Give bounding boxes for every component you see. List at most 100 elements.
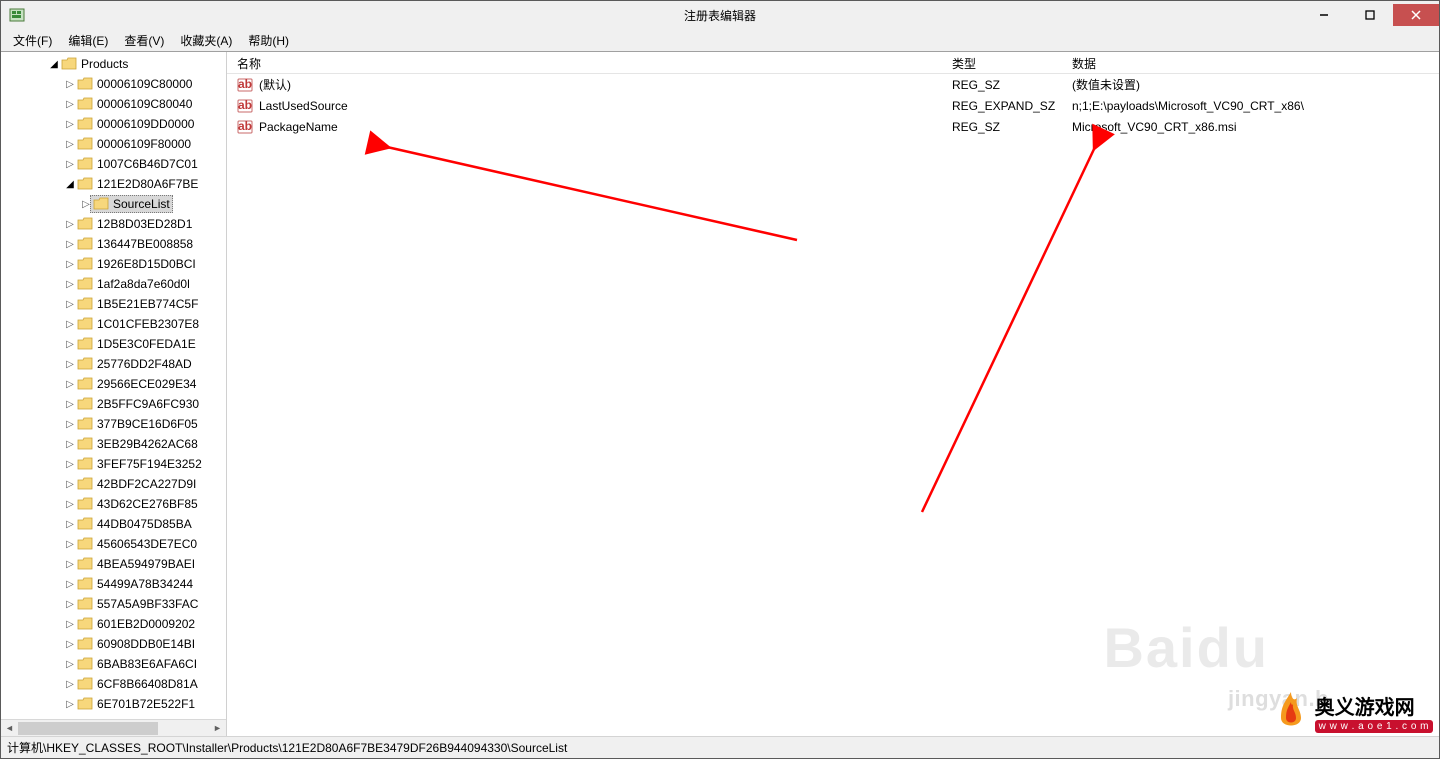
chevron-right-icon[interactable]: ▷ <box>63 499 77 510</box>
chevron-down-icon[interactable]: ◢ <box>47 59 61 70</box>
scroll-track[interactable] <box>18 720 209 737</box>
chevron-right-icon[interactable]: ▷ <box>63 339 77 350</box>
tree-item[interactable]: ▷29566ECE029E34 <box>1 374 226 394</box>
chevron-right-icon[interactable]: ▷ <box>63 539 77 550</box>
tree-item[interactable]: ▷6CF8B66408D81A <box>1 674 226 694</box>
tree-item[interactable]: ▷557A5A9BF33FAC <box>1 594 226 614</box>
tree-item[interactable]: ▷00006109C80000 <box>1 74 226 94</box>
chevron-right-icon[interactable]: ▷ <box>63 359 77 370</box>
tree-item[interactable]: ▷3FEF75F194E3252 <box>1 454 226 474</box>
tree-item-selected[interactable]: ▷SourceList <box>1 194 226 214</box>
menu-view[interactable]: 查看(V) <box>118 30 170 51</box>
tree-item-label: Products <box>81 57 128 71</box>
tree-item[interactable]: ▷43D62CE276BF85 <box>1 494 226 514</box>
tree-item[interactable]: ▷6E701B72E522F1 <box>1 694 226 714</box>
chevron-right-icon[interactable]: ▷ <box>63 639 77 650</box>
list-row[interactable]: abPackageNameREG_SZMicrosoft_VC90_CRT_x8… <box>227 116 1439 137</box>
tree-item[interactable]: ◢ Products <box>1 54 226 74</box>
chevron-right-icon[interactable]: ▷ <box>63 259 77 270</box>
folder-icon <box>77 677 93 691</box>
chevron-right-icon[interactable]: ▷ <box>63 239 77 250</box>
registry-tree: ◢Products▷00006109C80000▷00006109C80040▷… <box>1 52 226 716</box>
tree-item[interactable]: ▷601EB2D0009202 <box>1 614 226 634</box>
chevron-right-icon[interactable]: ▷ <box>63 619 77 630</box>
tree-scroll[interactable]: ◢Products▷00006109C80000▷00006109C80040▷… <box>1 52 226 719</box>
chevron-right-icon[interactable]: ▷ <box>63 679 77 690</box>
tree-item[interactable]: ▷ 00006109F80000 <box>1 134 226 154</box>
chevron-right-icon[interactable]: ▷ <box>63 659 77 670</box>
chevron-right-icon[interactable]: ▷ <box>63 279 77 290</box>
menu-edit[interactable]: 编辑(E) <box>62 30 114 51</box>
chevron-right-icon[interactable]: ▷ <box>63 439 77 450</box>
value-data-cell: n;1;E:\payloads\Microsoft_VC90_CRT_x86\ <box>1062 99 1439 113</box>
chevron-down-icon[interactable]: ◢ <box>63 179 77 190</box>
chevron-right-icon[interactable]: ▷ <box>63 519 77 530</box>
tree-item[interactable]: ▷6BAB83E6AFA6CI <box>1 654 226 674</box>
tree-item[interactable]: ▷377B9CE16D6F05 <box>1 414 226 434</box>
close-button[interactable] <box>1393 4 1439 26</box>
menu-file[interactable]: 文件(F) <box>7 30 58 51</box>
menu-help[interactable]: 帮助(H) <box>242 30 295 51</box>
scroll-left-button[interactable]: ◄ <box>1 720 18 737</box>
tree-item[interactable]: ▷00006109C80040 <box>1 94 226 114</box>
tree-item[interactable]: ▷25776DD2F48AD <box>1 354 226 374</box>
folder-icon <box>77 357 93 371</box>
chevron-right-icon[interactable]: ▷ <box>63 479 77 490</box>
tree-item-label: 00006109F80000 <box>97 137 191 151</box>
tree-item[interactable]: ▷2B5FFC9A6FC930 <box>1 394 226 414</box>
column-data[interactable]: 数据 <box>1062 52 1439 73</box>
list-row[interactable]: abLastUsedSourceREG_EXPAND_SZn;1;E:\payl… <box>227 95 1439 116</box>
tree-item[interactable]: ▷12B8D03ED28D1 <box>1 214 226 234</box>
chevron-right-icon[interactable]: ▷ <box>63 399 77 410</box>
tree-item-label: 1af2a8da7e60d0l <box>97 277 190 291</box>
tree-item[interactable]: ▷3EB29B4262AC68 <box>1 434 226 454</box>
tree-item[interactable]: ▷60908DDB0E14BI <box>1 634 226 654</box>
list-row[interactable]: ab(默认)REG_SZ(数值未设置) <box>227 74 1439 95</box>
scroll-thumb[interactable] <box>18 722 158 735</box>
chevron-right-icon[interactable]: ▷ <box>63 119 77 130</box>
chevron-right-icon[interactable]: ▷ <box>63 579 77 590</box>
chevron-right-icon[interactable]: ▷ <box>63 459 77 470</box>
scroll-right-button[interactable]: ► <box>209 720 226 737</box>
tree-item[interactable]: ◢121E2D80A6F7BE <box>1 174 226 194</box>
tree-item[interactable]: ▷00006109DD0000 <box>1 114 226 134</box>
chevron-right-icon[interactable]: ▷ <box>63 219 77 230</box>
chevron-right-icon[interactable]: ▷ <box>63 379 77 390</box>
chevron-right-icon[interactable]: ▷ <box>63 319 77 330</box>
tree-item[interactable]: ▷1007C6B46D7C01 <box>1 154 226 174</box>
minimize-button[interactable] <box>1301 4 1347 26</box>
chevron-right-icon[interactable]: ▷ <box>63 79 77 90</box>
value-data-cell: (数值未设置) <box>1062 76 1439 93</box>
chevron-right-icon[interactable]: ▷ <box>63 299 77 310</box>
chevron-right-icon[interactable]: ▷ <box>63 419 77 430</box>
title-bar[interactable]: 注册表编辑器 <box>1 1 1439 29</box>
tree-item[interactable]: ▷44DB0475D85BA <box>1 514 226 534</box>
folder-icon <box>77 217 93 231</box>
tree-item[interactable]: ▷54499A78B34244 <box>1 574 226 594</box>
column-name[interactable]: 名称 <box>227 52 942 73</box>
tree-item[interactable]: ▷1B5E21EB774C5F <box>1 294 226 314</box>
chevron-right-icon[interactable]: ▷ <box>63 139 77 150</box>
tree-item[interactable]: ▷4BEA594979BAEI <box>1 554 226 574</box>
status-bar: 计算机\HKEY_CLASSES_ROOT\Installer\Products… <box>1 736 1439 758</box>
tree-horizontal-scrollbar[interactable]: ◄ ► <box>1 719 226 736</box>
tree-item[interactable]: ▷1C01CFEB2307E8 <box>1 314 226 334</box>
tree-item[interactable]: ▷1926E8D15D0BCI <box>1 254 226 274</box>
tree-item[interactable]: ▷42BDF2CA227D9I <box>1 474 226 494</box>
chevron-right-icon[interactable]: ▷ <box>63 559 77 570</box>
svg-text:ab: ab <box>238 77 252 91</box>
chevron-right-icon[interactable]: ▷ <box>63 599 77 610</box>
tree-item[interactable]: ▷45606543DE7EC0 <box>1 534 226 554</box>
chevron-right-icon[interactable]: ▷ <box>63 699 77 710</box>
tree-item[interactable]: ▷ 1af2a8da7e60d0l <box>1 274 226 294</box>
folder-icon <box>77 97 93 111</box>
tree-item[interactable]: ▷1D5E3C0FEDA1E <box>1 334 226 354</box>
folder-icon <box>77 637 93 651</box>
menu-bar: 文件(F) 编辑(E) 查看(V) 收藏夹(A) 帮助(H) <box>1 29 1439 51</box>
chevron-right-icon[interactable]: ▷ <box>63 159 77 170</box>
tree-item[interactable]: ▷136447BE008858 <box>1 234 226 254</box>
maximize-button[interactable] <box>1347 4 1393 26</box>
menu-favorites[interactable]: 收藏夹(A) <box>174 30 238 51</box>
chevron-right-icon[interactable]: ▷ <box>63 99 77 110</box>
column-type[interactable]: 类型 <box>942 52 1062 73</box>
